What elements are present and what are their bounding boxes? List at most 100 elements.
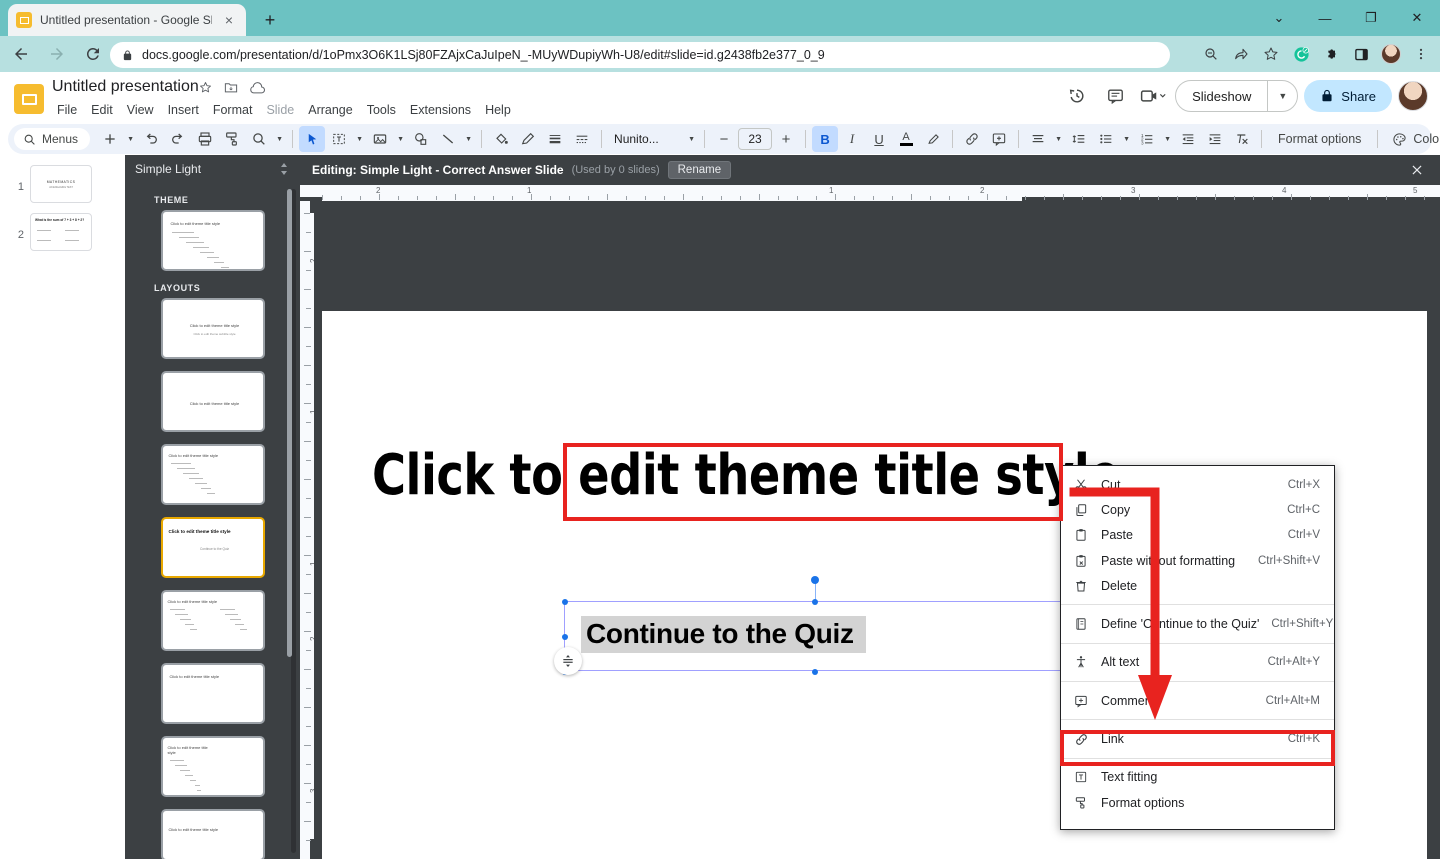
font-size-input[interactable]: 23 <box>738 128 773 150</box>
bookmark-star-icon[interactable] <box>1256 39 1286 69</box>
select-tool-icon[interactable] <box>299 126 326 152</box>
context-menu-item-delete[interactable]: Delete <box>1061 573 1334 598</box>
paint-format-icon[interactable] <box>219 126 245 152</box>
line-spacing-icon[interactable] <box>1066 126 1092 152</box>
undo-icon[interactable] <box>138 126 164 152</box>
share-icon[interactable] <box>1226 39 1256 69</box>
context-menu-item-cut[interactable]: Cut Ctrl+X <box>1061 472 1334 497</box>
italic-button[interactable]: I <box>839 126 865 152</box>
vertical-align-icon[interactable] <box>554 647 582 675</box>
text-color-button[interactable]: A <box>893 126 919 152</box>
print-icon[interactable] <box>192 126 218 152</box>
resize-handle-n[interactable] <box>812 599 818 605</box>
layout-title-and-body[interactable]: Click to edit theme title style <box>160 444 265 505</box>
underline-button[interactable]: U <box>866 126 892 152</box>
border-color-icon[interactable] <box>515 126 541 152</box>
meet-camera-icon[interactable] <box>1137 80 1169 112</box>
comment-history-icon[interactable] <box>1099 80 1131 112</box>
layout-correct-answer-slide[interactable]: Click to edit theme title style Continue… <box>160 517 265 578</box>
layout-section-header[interactable]: Click to edit theme title style <box>160 371 265 432</box>
slideshow-dropdown-icon[interactable]: ▼ <box>1267 81 1297 111</box>
search-menus-button[interactable]: Menus <box>14 128 91 150</box>
bulleted-list-dropdown-icon[interactable]: ▼ <box>1120 126 1133 152</box>
menu-tools[interactable]: Tools <box>360 101 403 119</box>
slideshow-button-group[interactable]: Slideshow ▼ <box>1175 80 1299 112</box>
cloud-saved-icon[interactable] <box>249 81 266 95</box>
layout-title-and-subtitle[interactable]: Click to edit theme title style Click to… <box>160 298 265 359</box>
context-menu-item-paste[interactable]: Paste Ctrl+V <box>1061 523 1334 548</box>
context-menu-item-copy[interactable]: Copy Ctrl+C <box>1061 497 1334 522</box>
decrease-indent-icon[interactable] <box>1175 126 1201 152</box>
extensions-puzzle-icon[interactable] <box>1316 39 1346 69</box>
line-dropdown-icon[interactable]: ▼ <box>462 126 475 152</box>
menu-edit[interactable]: Edit <box>84 101 120 119</box>
selected-text-box[interactable]: Continue to the Quiz <box>562 576 1068 675</box>
layouts-scrollbar-track[interactable] <box>287 189 296 853</box>
line-icon[interactable] <box>435 126 461 152</box>
sort-icon[interactable] <box>278 162 290 176</box>
redo-icon[interactable] <box>165 126 191 152</box>
resize-handle-nw[interactable] <box>562 599 568 605</box>
layout-main-point[interactable]: Click to edit theme title style <box>160 809 265 859</box>
shape-icon[interactable] <box>408 126 434 152</box>
filmstrip-slide-2[interactable]: 2 What is the sum of 7 + 3 + 8 + 2? <box>0 203 125 251</box>
add-slide-icon[interactable] <box>97 126 123 152</box>
version-history-icon[interactable] <box>1061 80 1093 112</box>
bold-button[interactable]: B <box>812 126 839 152</box>
numbered-list-dropdown-icon[interactable]: ▼ <box>1161 126 1174 152</box>
colors-button[interactable]: Colors <box>1384 132 1440 147</box>
zoom-dropdown-icon[interactable]: ▼ <box>273 126 286 152</box>
profile-avatar[interactable] <box>1376 39 1406 69</box>
zoom-out-icon[interactable] <box>1196 39 1226 69</box>
menu-file[interactable]: File <box>50 101 84 119</box>
browser-tab[interactable]: Untitled presentation - Google Sl × <box>8 4 246 36</box>
bulleted-list-icon[interactable] <box>1093 126 1119 152</box>
slideshow-button[interactable]: Slideshow <box>1176 81 1267 111</box>
layouts-scrollbar-thumb[interactable] <box>287 189 292 657</box>
close-icon[interactable]: ✕ <box>1394 0 1440 36</box>
star-icon[interactable] <box>198 80 213 95</box>
horizontal-ruler[interactable]: 2 1 1 2 3 4 5 <box>300 185 1440 201</box>
format-options-button[interactable]: Format options <box>1268 132 1371 146</box>
insert-link-icon[interactable] <box>959 126 985 152</box>
context-menu-item-alt-text[interactable]: Alt text Ctrl+Alt+Y <box>1061 650 1334 675</box>
context-menu-item-paste-without-formatting[interactable]: Paste without formatting Ctrl+Shift+V <box>1061 548 1334 573</box>
insert-image-icon[interactable] <box>367 126 393 152</box>
context-menu-item-format-options[interactable]: Format options <box>1061 790 1334 815</box>
share-button[interactable]: Share <box>1304 80 1392 112</box>
minimize-to-tray-icon[interactable]: ⌄ <box>1256 0 1302 36</box>
numbered-list-icon[interactable]: 123 <box>1134 126 1160 152</box>
chrome-menu-icon[interactable] <box>1406 39 1436 69</box>
rename-button[interactable]: Rename <box>667 161 732 179</box>
context-menu-item-comment[interactable]: Comment Ctrl+Alt+M <box>1061 688 1334 713</box>
border-weight-icon[interactable] <box>542 126 568 152</box>
grammarly-icon[interactable] <box>1286 39 1316 69</box>
align-icon[interactable] <box>1025 126 1051 152</box>
decrease-font-size-button[interactable]: − <box>711 126 737 152</box>
maximize-icon[interactable]: ❐ <box>1348 0 1394 36</box>
align-dropdown-icon[interactable]: ▼ <box>1052 126 1065 152</box>
text-box-dropdown-icon[interactable]: ▼ <box>353 126 366 152</box>
highlight-color-icon[interactable] <box>920 126 946 152</box>
new-tab-button[interactable]: + <box>256 8 284 32</box>
resize-handle-s[interactable] <box>812 669 818 675</box>
slide-thumbnail[interactable]: MATHEMATICS AN ENGAGING TEST <box>30 165 92 203</box>
close-icon[interactable] <box>1410 163 1428 177</box>
layout-one-column-text[interactable]: Click to edit theme title style <box>160 736 265 797</box>
insert-image-dropdown-icon[interactable]: ▼ <box>394 126 407 152</box>
layout-title-only[interactable]: Click to edit theme title style <box>160 663 265 724</box>
vertical-ruler[interactable]: 2 1 1 2 3 <box>300 201 318 859</box>
menu-format[interactable]: Format <box>206 101 260 119</box>
minimize-icon[interactable]: — <box>1302 0 1348 36</box>
context-menu[interactable]: Cut Ctrl+X Copy Ctrl+C Paste Ctrl+V Past… <box>1060 465 1335 830</box>
resize-handle-w[interactable] <box>562 634 568 640</box>
move-to-folder-icon[interactable] <box>223 80 239 95</box>
increase-indent-icon[interactable] <box>1202 126 1228 152</box>
rotation-handle[interactable] <box>811 576 819 584</box>
border-dash-icon[interactable] <box>569 126 595 152</box>
tab-close-icon[interactable]: × <box>220 11 238 29</box>
text-box-icon[interactable] <box>326 126 352 152</box>
back-icon[interactable] <box>6 39 36 69</box>
filmstrip-slide-1[interactable]: 1 MATHEMATICS AN ENGAGING TEST <box>0 155 125 203</box>
context-menu-item-text-fitting[interactable]: Text fitting <box>1061 765 1334 790</box>
